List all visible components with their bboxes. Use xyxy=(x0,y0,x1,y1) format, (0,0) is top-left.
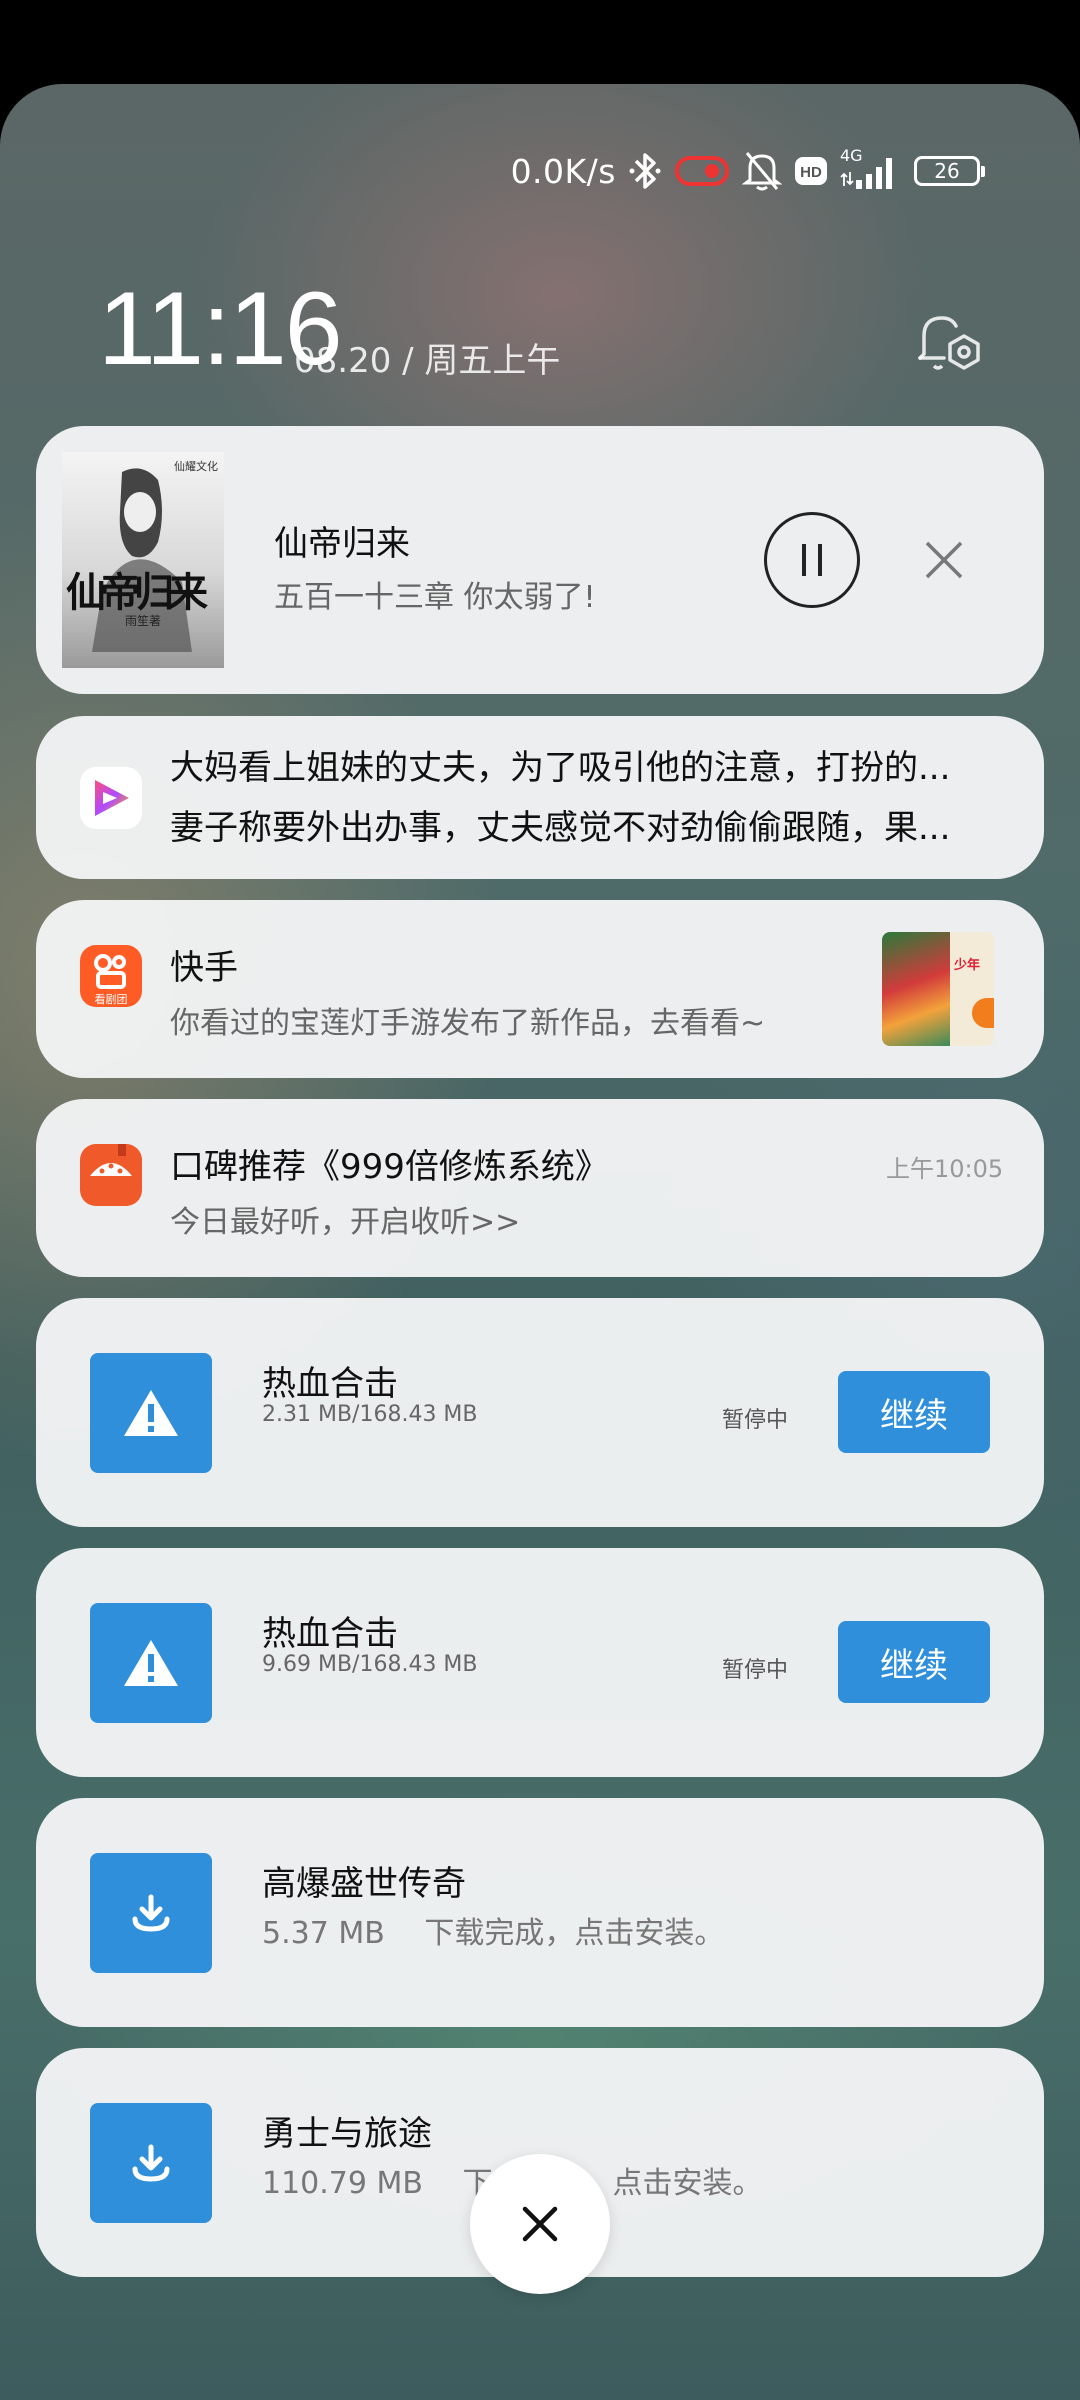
download-icon xyxy=(132,1894,170,1932)
download-size: 2.31 MB/168.43 MB xyxy=(262,1402,478,1427)
media-notification-card[interactable]: 仙耀文化 仙帝归来 雨笙著 仙帝归来 五百一十三章 你太弱了! xyxy=(36,426,1044,694)
download-status: 暂停中 xyxy=(722,1408,789,1433)
radio-notification-text: 今日最好听，开启收听>> xyxy=(170,1205,521,1240)
hd-icon: HD xyxy=(794,155,828,187)
warning-icon xyxy=(124,1640,178,1686)
video-notification-card[interactable]: 大妈看上姐妹的丈夫，为了吸引他的注意，打扮的... 妻子称要外出办事，丈夫感觉不… xyxy=(36,716,1044,879)
clear-notifications-button[interactable] xyxy=(470,2154,610,2294)
radio-notification-card[interactable]: 口碑推荐《999倍修炼系统》 今日最好听，开启收听>> 上午10:05 xyxy=(36,1099,1044,1277)
download-size: 5.37 MB xyxy=(262,1916,385,1951)
download-card[interactable]: 热血合击 9.69 MB/168.43 MB 暂停中 继续 xyxy=(36,1548,1044,1777)
mute-icon xyxy=(742,150,782,192)
cover-title: 仙帝归来 xyxy=(66,569,208,616)
download-app-icon xyxy=(90,1353,212,1473)
mic-camera-indicator-icon xyxy=(674,152,730,190)
continue-button[interactable]: 继续 xyxy=(838,1371,990,1453)
media-title: 仙帝归来 xyxy=(274,524,410,564)
download-card[interactable]: 高爆盛世传奇 5.37 MB 下载完成，点击安装。 xyxy=(36,1798,1044,2027)
kuaishou-app-icon: 看剧团 xyxy=(80,945,142,1007)
clock-date[interactable]: 08.20 / 周五上午 xyxy=(294,333,560,382)
net-speed: 0.0K/s xyxy=(510,151,616,191)
download-app-icon xyxy=(90,1853,212,1973)
pause-button[interactable] xyxy=(764,512,860,608)
download-size: 110.79 MB xyxy=(262,2166,423,2201)
download-title: 高爆盛世传奇 xyxy=(262,1864,466,1904)
download-info: 5.37 MB 下载完成，点击安装。 xyxy=(262,1908,724,1952)
kuaishou-app-name: 快手 xyxy=(170,948,238,988)
media-close-button[interactable] xyxy=(916,532,972,588)
kuaishou-icon-caption: 看剧团 xyxy=(94,993,128,1006)
download-status: 暂停中 xyxy=(722,1658,789,1683)
kuaishou-notification-card[interactable]: 看剧团 快手 你看过的宝莲灯手游发布了新作品，去看看~ 少年 xyxy=(36,900,1044,1078)
book-cover: 仙耀文化 仙帝归来 雨笙著 xyxy=(62,452,224,668)
bluetooth-icon xyxy=(628,151,662,191)
close-icon xyxy=(925,541,963,579)
signal-icon: 4G xyxy=(840,146,902,192)
warning-icon xyxy=(124,1390,178,1436)
settings-icon[interactable] xyxy=(914,310,984,380)
radio-notification-time: 上午10:05 xyxy=(886,1155,1004,1183)
download-title: 热血合击 xyxy=(262,1364,398,1404)
cover-author: 雨笙著 xyxy=(124,614,161,628)
video-app-icon xyxy=(80,767,142,829)
download-app-icon xyxy=(90,1603,212,1723)
download-card[interactable]: 热血合击 2.31 MB/168.43 MB 暂停中 继续 xyxy=(36,1298,1044,1527)
continue-button[interactable]: 继续 xyxy=(838,1621,990,1703)
download-app-icon xyxy=(90,2103,212,2223)
video-notification-line2: 妻子称要外出办事，丈夫感觉不对劲偷偷跟随，果... xyxy=(170,808,951,848)
close-icon xyxy=(522,2206,558,2242)
pause-icon xyxy=(802,544,822,576)
download-title: 勇士与旅途 xyxy=(262,2114,432,2154)
media-subtitle: 五百一十三章 你太弱了! xyxy=(274,580,596,615)
battery-icon: 26 xyxy=(914,156,985,186)
kuaishou-notification-text: 你看过的宝莲灯手游发布了新作品，去看看~ xyxy=(170,1006,766,1041)
status-bar: 0.0K/s HD 4G 26 xyxy=(510,146,985,192)
download-status: 下载完成，点击安装。 xyxy=(424,1916,725,1951)
video-notification-line1: 大妈看上姐妹的丈夫，为了吸引他的注意，打扮的... xyxy=(170,748,951,788)
kuaishou-thumb-text: 少年 xyxy=(954,958,981,973)
signal-type-label: 4G xyxy=(840,146,863,165)
radio-notification-title: 口碑推荐《999倍修炼系统》 xyxy=(170,1147,609,1187)
kuaishou-thumbnail: 少年 xyxy=(882,932,994,1046)
radio-app-icon xyxy=(80,1144,142,1206)
download-icon xyxy=(132,2144,170,2182)
battery-level: 26 xyxy=(934,159,960,183)
download-size: 9.69 MB/168.43 MB xyxy=(262,1652,478,1677)
svg-text:HD: HD xyxy=(800,164,822,181)
download-title: 热血合击 xyxy=(262,1614,398,1654)
